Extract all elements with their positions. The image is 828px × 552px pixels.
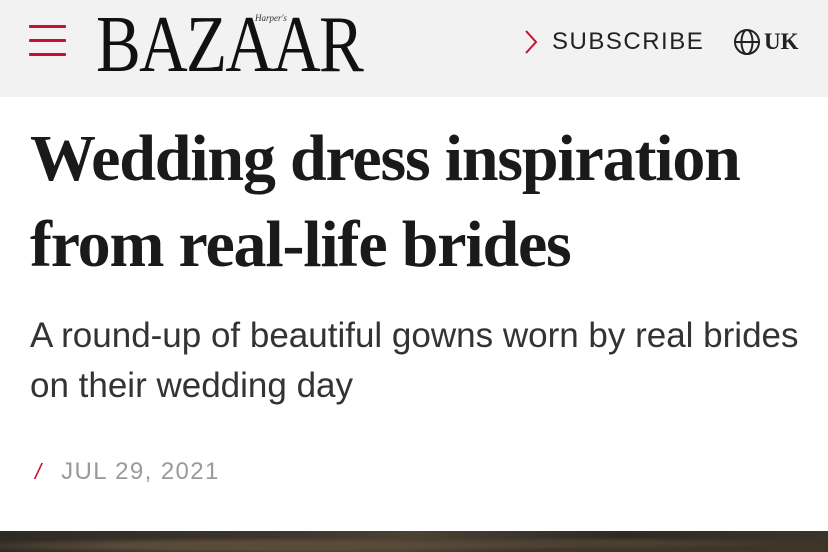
publish-date: JUL 29, 2021	[61, 458, 220, 485]
logo-wordmark: BAZAAR	[96, 1, 364, 89]
article-meta: / JUL 29, 2021	[35, 456, 220, 488]
article-subhead: A round-up of beautiful gowns worn by re…	[30, 316, 799, 405]
site-header: BAZAAR Harper's SUBSCRIBE UK	[0, 0, 828, 97]
hamburger-menu-icon[interactable]	[29, 24, 66, 58]
logo-harpers: Harper's	[255, 13, 287, 23]
subscribe-link[interactable]: SUBSCRIBE	[524, 26, 704, 58]
globe-icon	[734, 29, 760, 55]
site-logo[interactable]: BAZAAR Harper's	[96, 2, 364, 88]
subscribe-label: SUBSCRIBE	[552, 28, 705, 55]
hero-image	[0, 531, 828, 552]
article-headline: Wedding dress inspiration from real-life…	[30, 122, 741, 281]
region-selector[interactable]: UK	[733, 26, 799, 58]
chevron-right-icon	[525, 30, 538, 54]
date-separator: /	[35, 459, 42, 484]
region-label: UK	[764, 29, 799, 54]
